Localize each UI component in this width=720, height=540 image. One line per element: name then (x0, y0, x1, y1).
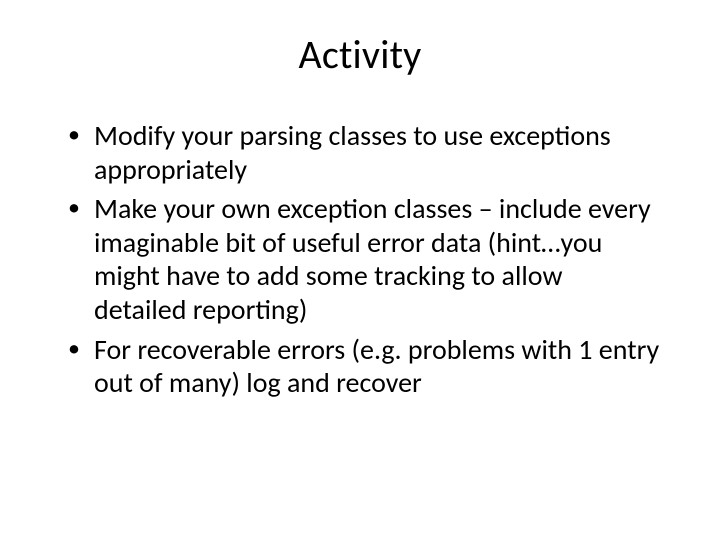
slide-title: Activity (48, 30, 672, 79)
bullet-list: Modify your parsing classes to use excep… (48, 119, 672, 400)
slide: Activity Modify your parsing classes to … (0, 0, 720, 540)
bullet-item: Modify your parsing classes to use excep… (68, 119, 660, 186)
bullet-item: Make your own exception classes – includ… (68, 192, 660, 326)
bullet-item: For recoverable errors (e.g. problems wi… (68, 333, 660, 400)
